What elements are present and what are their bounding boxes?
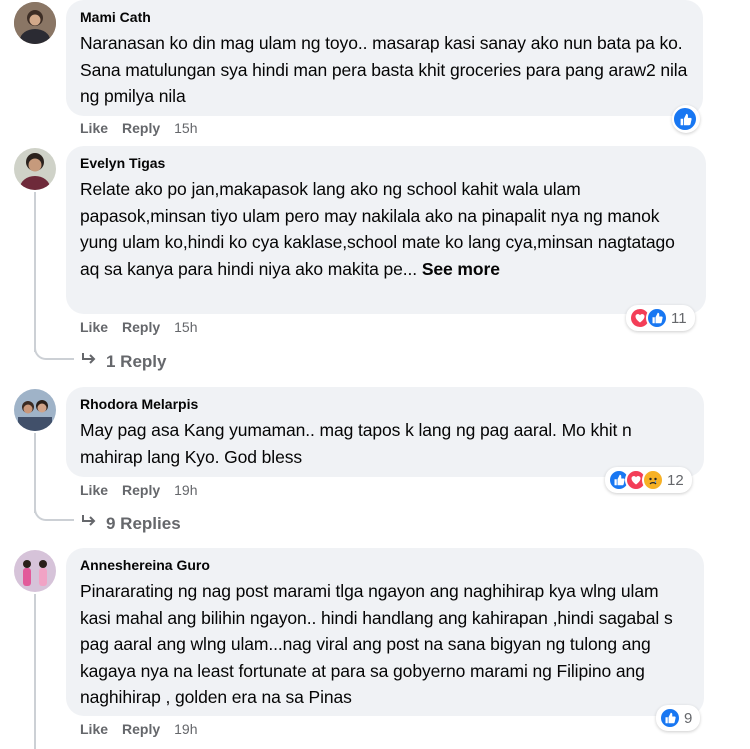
like-reaction-icon [646,307,668,329]
comment-author[interactable]: Rhodora Melarpis [80,395,690,413]
replies-count[interactable]: 9 Replies [106,514,181,534]
thread-connector [34,340,74,360]
reaction-count: 12 [667,471,684,489]
comment-text-body: Relate ako po jan,makapasok lang ako ng … [80,179,675,279]
avatar[interactable] [14,2,56,44]
reply-button[interactable]: Reply [122,120,160,136]
comment-text: May pag asa Kang yumaman.. mag tapos k l… [80,420,632,467]
thread-line [34,192,36,352]
comment-author[interactable]: Evelyn Tigas [80,154,692,172]
like-button[interactable]: Like [80,482,108,498]
reaction-count: 11 [671,309,687,327]
see-more-link[interactable]: See more [422,259,500,279]
comment-actions: Like Reply 19h [80,721,198,737]
comment-bubble: Evelyn Tigas Relate ako po jan,makapasok… [66,146,706,314]
view-replies-link[interactable]: 1 Reply [80,351,166,372]
reaction-count: 9 [684,709,693,727]
comment-bubble: Anneshereina Guro Pinararating ng nag po… [66,548,704,716]
avatar[interactable] [14,389,56,431]
like-reaction-icon [672,106,698,132]
reply-arrow-icon [80,513,98,534]
reply-arrow-icon [80,351,98,372]
like-button[interactable]: Like [80,319,108,335]
comment-actions: Like Reply 15h [80,319,198,335]
comment-timestamp[interactable]: 19h [174,721,197,737]
reply-button[interactable]: Reply [122,319,160,335]
comment-text: Relate ako po jan,makapasok lang ako ng … [80,176,692,282]
comment-author[interactable]: Anneshereina Guro [80,556,690,574]
reaction-summary[interactable]: 12 [605,467,692,493]
comment-text: Naranasan ko din mag ulam ng toyo.. masa… [80,33,688,106]
avatar[interactable] [14,148,56,190]
like-reaction-icon [659,707,681,729]
comment-actions: Like Reply 15h [80,120,198,136]
view-replies-link[interactable]: 9 Replies [80,513,181,534]
thread-line [34,594,36,749]
like-button[interactable]: Like [80,721,108,737]
avatar[interactable] [14,550,56,592]
thread-connector [34,501,74,521]
reply-button[interactable]: Reply [122,482,160,498]
comment-actions: Like Reply 19h [80,482,198,498]
comment-timestamp[interactable]: 15h [174,120,197,136]
comment-author[interactable]: Mami Cath [80,8,689,26]
reaction-summary[interactable] [672,105,700,133]
comment-bubble: Mami Cath Naranasan ko din mag ulam ng t… [66,0,703,116]
reaction-summary[interactable]: 11 [626,305,695,331]
like-button[interactable]: Like [80,120,108,136]
replies-count[interactable]: 1 Reply [106,352,166,372]
comment-timestamp[interactable]: 15h [174,319,197,335]
reply-button[interactable]: Reply [122,721,160,737]
reaction-summary[interactable]: 9 [656,705,701,731]
sad-reaction-icon [642,469,664,491]
comment-bubble: Rhodora Melarpis May pag asa Kang yumama… [66,387,704,477]
comment-timestamp[interactable]: 19h [174,482,197,498]
comment-text: Pinararating ng nag post marami tlga nga… [80,581,673,707]
